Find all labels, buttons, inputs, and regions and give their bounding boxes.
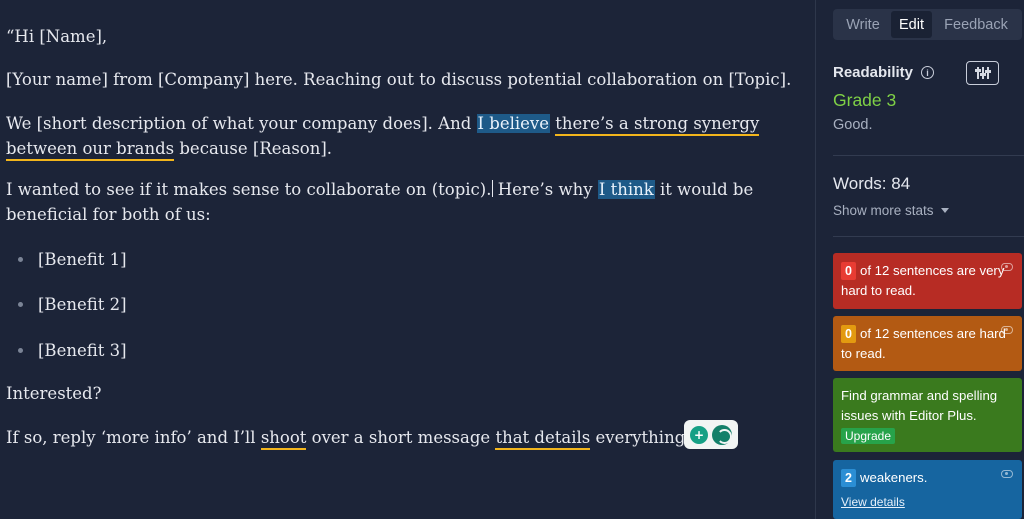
weakeners-card[interactable]: 2 weakeners. View details [833,460,1022,519]
lightbulb-icon[interactable]: + [690,425,708,444]
word-count: Words: 84 [833,174,911,193]
hard-sentences-card[interactable]: 0 of 12 sentences are hard to read. [833,316,1022,371]
text-span: If so, reply ‘more info’ and I’ll [6,428,261,447]
text-span: We [short description of what your compa… [6,114,477,133]
eye-icon[interactable] [1001,470,1013,478]
info-icon[interactable]: i [921,66,935,79]
chevron-down-icon [940,208,949,213]
text-span: because [Reason]. [174,139,333,158]
suggestion-underline[interactable]: that details [495,428,591,450]
suggestion-underline[interactable]: between our brands [6,139,175,161]
view-details-link[interactable]: View details [841,492,1014,512]
readability-label: Readability [833,64,914,81]
text-span: Here’s why [492,180,598,199]
count-badge: 0 [841,262,856,280]
readability-heading: Readability i [833,64,935,81]
tab-feedback[interactable]: Feedback [932,11,1020,38]
list-item[interactable]: [Benefit 3] [38,338,127,363]
text-span: beneficial for both of us: [6,205,211,224]
text-span: I wanted to see if it makes sense to col… [6,180,492,199]
text-span: everything.” [590,428,699,447]
synergy-paragraph[interactable]: We [short description of what your compa… [6,111,796,161]
card-text: of 12 sentences are very hard to read. [841,263,1005,298]
eye-icon[interactable] [1001,263,1013,271]
divider [833,155,1024,156]
text-span: over a short message [306,428,496,447]
text-span: it would be [654,180,754,199]
assistant-widget[interactable]: + [684,420,738,449]
editor-pane[interactable]: “Hi [Name], [Your name] from [Company] h… [0,0,815,519]
card-text: of 12 sentences are hard to read. [841,326,1006,361]
intro-paragraph[interactable]: [Your name] from [Company] here. Reachin… [6,67,796,92]
card-text: weakeners. [860,470,928,485]
collaborate-paragraph[interactable]: I wanted to see if it makes sense to col… [6,177,796,227]
divider [833,236,1024,237]
slider-bar [984,67,991,79]
grade-description: Good. [833,117,873,133]
show-more-stats-toggle[interactable]: Show more stats [833,203,949,218]
tab-edit[interactable]: Edit [891,11,932,38]
suggestion-underline[interactable]: shoot [260,428,307,450]
slider-bar [974,67,981,79]
list-item[interactable]: [Benefit 1] [38,247,127,272]
upgrade-button[interactable]: Upgrade [841,428,896,444]
list-item[interactable]: [Benefit 2] [38,292,127,317]
weakener-highlight[interactable]: I think [597,180,655,199]
grammarly-icon[interactable] [712,424,732,445]
settings-sliders-button[interactable] [966,61,999,85]
bullet-dot [18,348,23,353]
greeting-line[interactable]: “Hi [Name], [6,24,796,49]
count-badge: 0 [841,325,856,343]
mode-tabs: Write Edit Feedback [833,9,1022,40]
weakener-highlight[interactable]: I believe [476,114,551,133]
interested-line[interactable]: Interested? [6,381,796,406]
card-text: Find grammar and spelling issues with Ed… [841,388,998,423]
show-more-stats-label: Show more stats [833,203,934,218]
grade-value: Grade 3 [833,90,897,110]
tab-write[interactable]: Write [835,11,891,38]
count-badge: 2 [841,469,856,487]
suggestion-underline[interactable]: there’s a strong synergy [555,114,760,136]
very-hard-sentences-card[interactable]: 0 of 12 sentences are very hard to read. [833,253,1022,309]
bullet-dot [18,302,23,307]
bullet-dot [18,257,23,262]
eye-icon[interactable] [1001,326,1013,334]
sidebar: Write Edit Feedback Readability i Grade … [815,0,1024,519]
slider-bar [979,67,986,79]
closing-paragraph[interactable]: If so, reply ‘more info’ and I’ll shoot … [6,425,796,450]
grammar-upsell-card: Find grammar and spelling issues with Ed… [833,378,1022,452]
